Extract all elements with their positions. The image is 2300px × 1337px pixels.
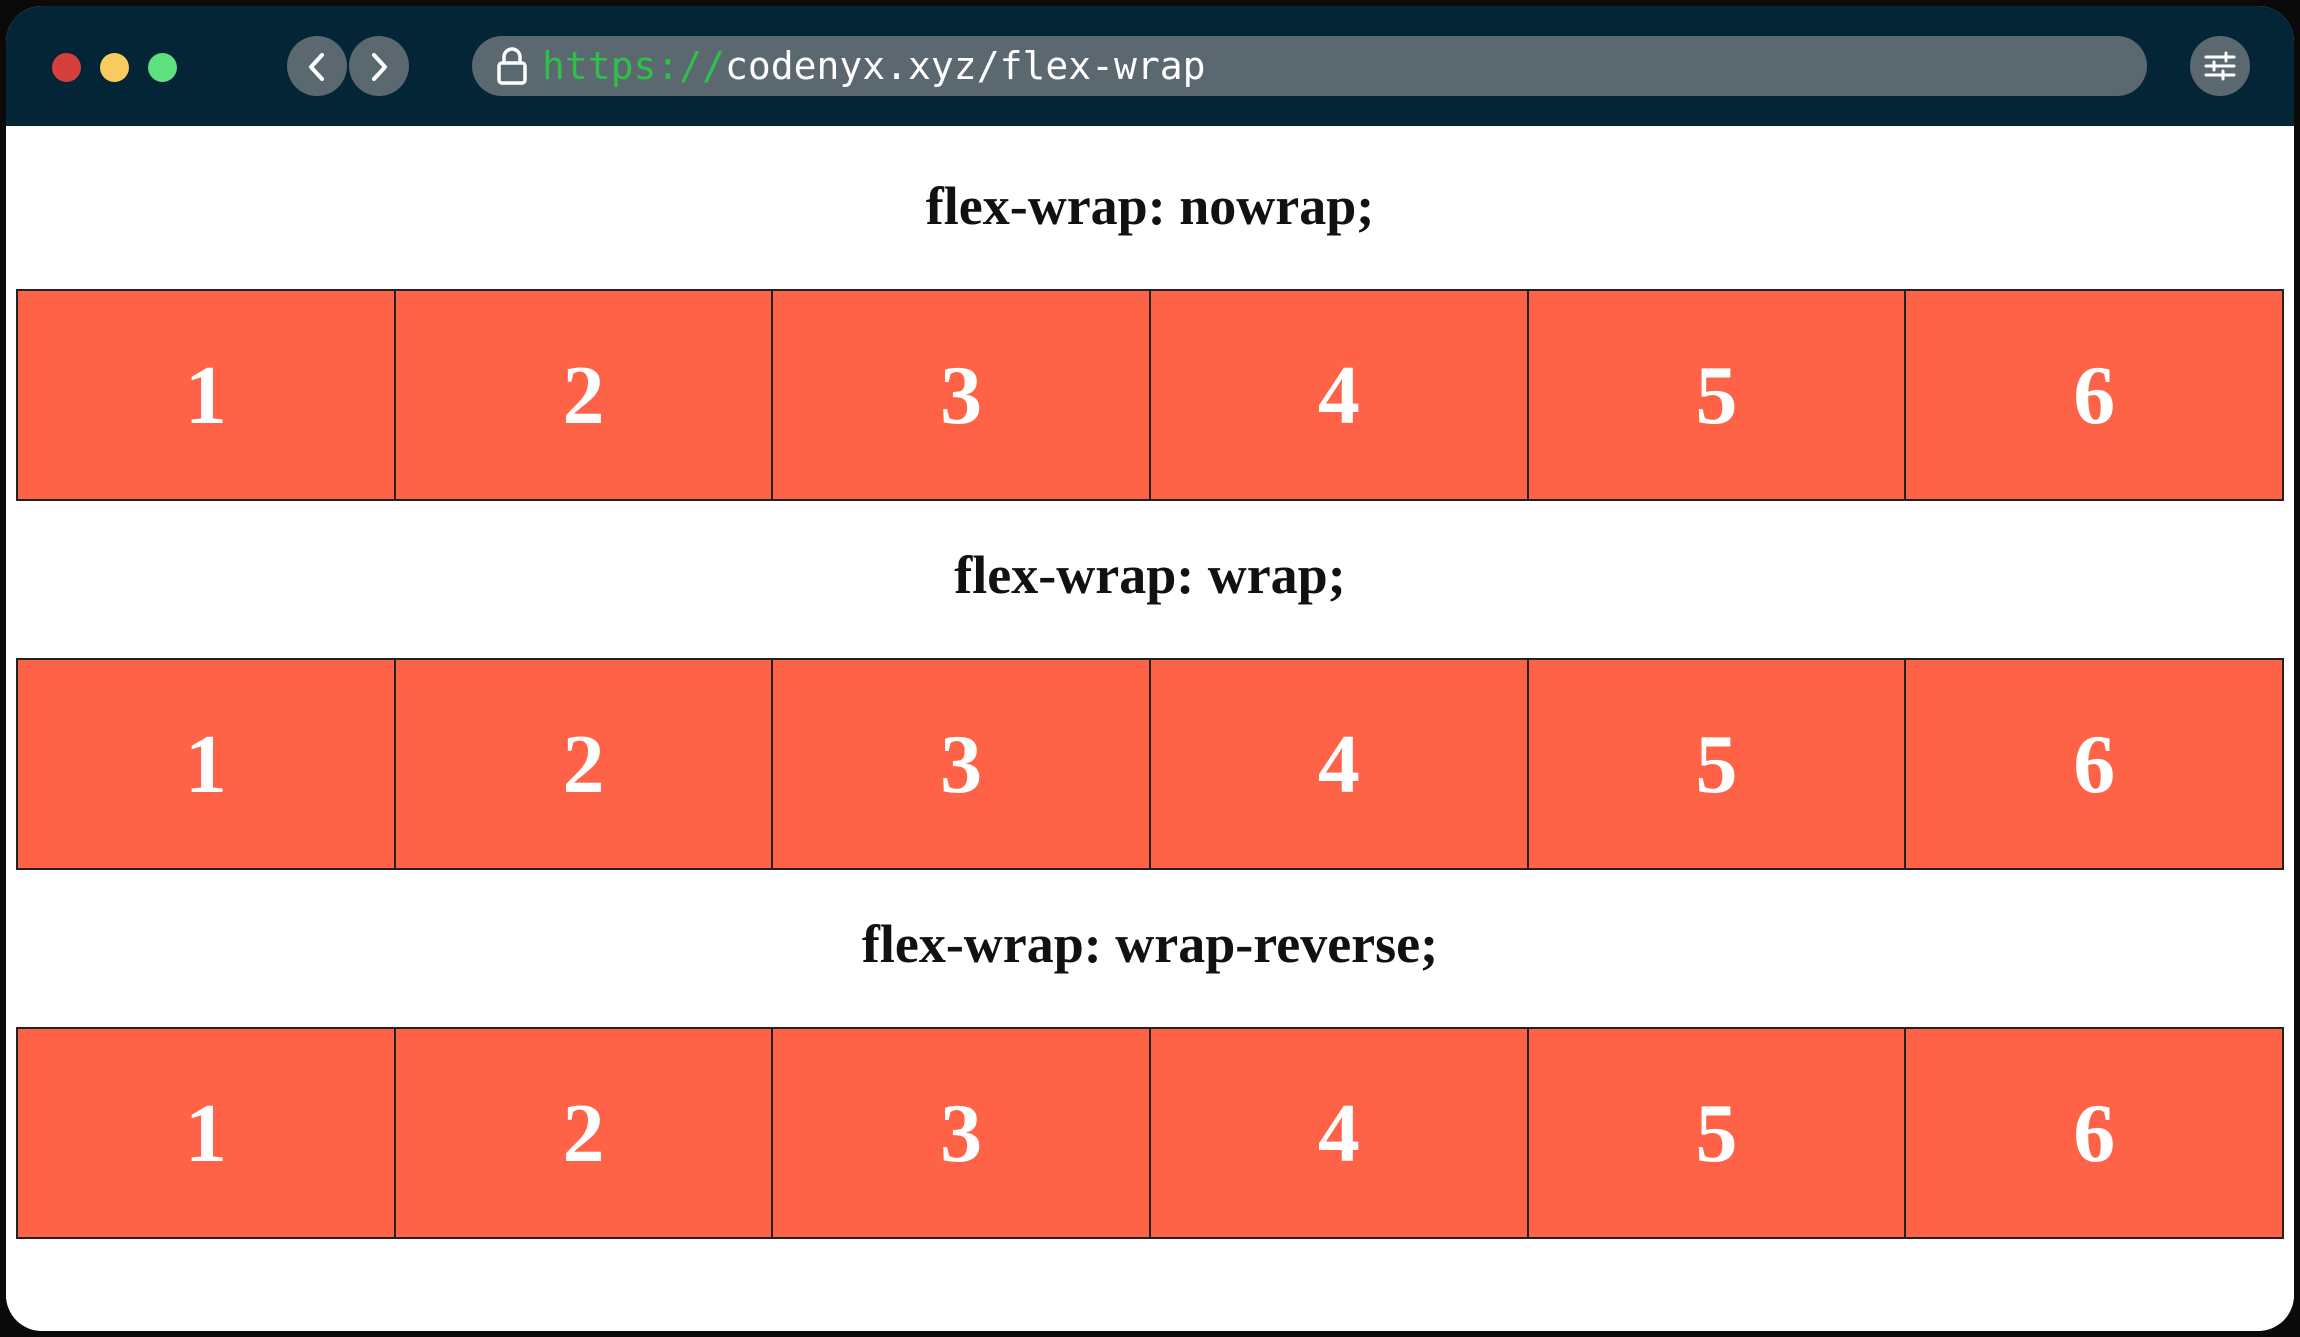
flex-item: 5 [1526, 291, 1905, 499]
back-button[interactable] [287, 36, 347, 96]
flex-item: 4 [1149, 660, 1527, 868]
url-host-path: codenyx.xyz/flex-wrap [725, 44, 1206, 88]
url-scheme: https:// [542, 44, 726, 88]
flex-container-wrap: 1 2 3 4 5 6 [16, 658, 2284, 870]
flex-item: 5 [1526, 1029, 1905, 1237]
minimize-window-button[interactable] [100, 53, 129, 82]
zoom-window-button[interactable] [148, 53, 177, 82]
chevron-left-icon [309, 53, 324, 81]
flex-item: 6 [1904, 660, 2282, 868]
flex-item: 6 [1904, 1029, 2282, 1237]
flex-item: 3 [771, 1029, 1149, 1237]
settings-button[interactable] [2190, 36, 2250, 96]
flex-item: 6 [1904, 291, 2282, 499]
chevron-right-icon [372, 53, 387, 81]
address-bar[interactable]: https://codenyx.xyz/flex-wrap [472, 36, 2147, 96]
sliders-icon [2204, 51, 2236, 81]
flex-item: 2 [393, 1029, 772, 1237]
flex-container-wrap-reverse: 1 2 3 4 5 6 [16, 1027, 2284, 1239]
section-heading-nowrap: flex-wrap: nowrap; [925, 176, 1375, 236]
flex-item: 5 [1526, 660, 1905, 868]
flex-container-nowrap: 1 2 3 4 5 6 [16, 289, 2284, 501]
flex-item: 4 [1149, 291, 1527, 499]
flex-item: 2 [393, 291, 772, 499]
section-heading-wrap: flex-wrap: wrap; [954, 545, 1346, 605]
section-heading-wrap-reverse: flex-wrap: wrap-reverse; [861, 914, 1439, 974]
flex-item: 3 [771, 291, 1149, 499]
forward-button[interactable] [349, 36, 409, 96]
browser-window: https://codenyx.xyz/flex-wrap flex-wrap:… [6, 6, 2294, 1331]
page-content: flex-wrap: nowrap; 1 2 3 4 5 6 flex-wrap… [6, 126, 2294, 1331]
close-window-button[interactable] [52, 53, 81, 82]
lock-icon [497, 47, 527, 85]
browser-titlebar: https://codenyx.xyz/flex-wrap [6, 6, 2294, 126]
flex-item: 1 [184, 348, 227, 442]
flex-item: 1 [184, 717, 227, 811]
flex-item: 2 [393, 660, 772, 868]
url-text: https://codenyx.xyz/flex-wrap [542, 42, 1205, 90]
flex-item: 4 [1149, 1029, 1527, 1237]
flex-item: 3 [771, 660, 1149, 868]
flex-item: 1 [184, 1086, 227, 1180]
